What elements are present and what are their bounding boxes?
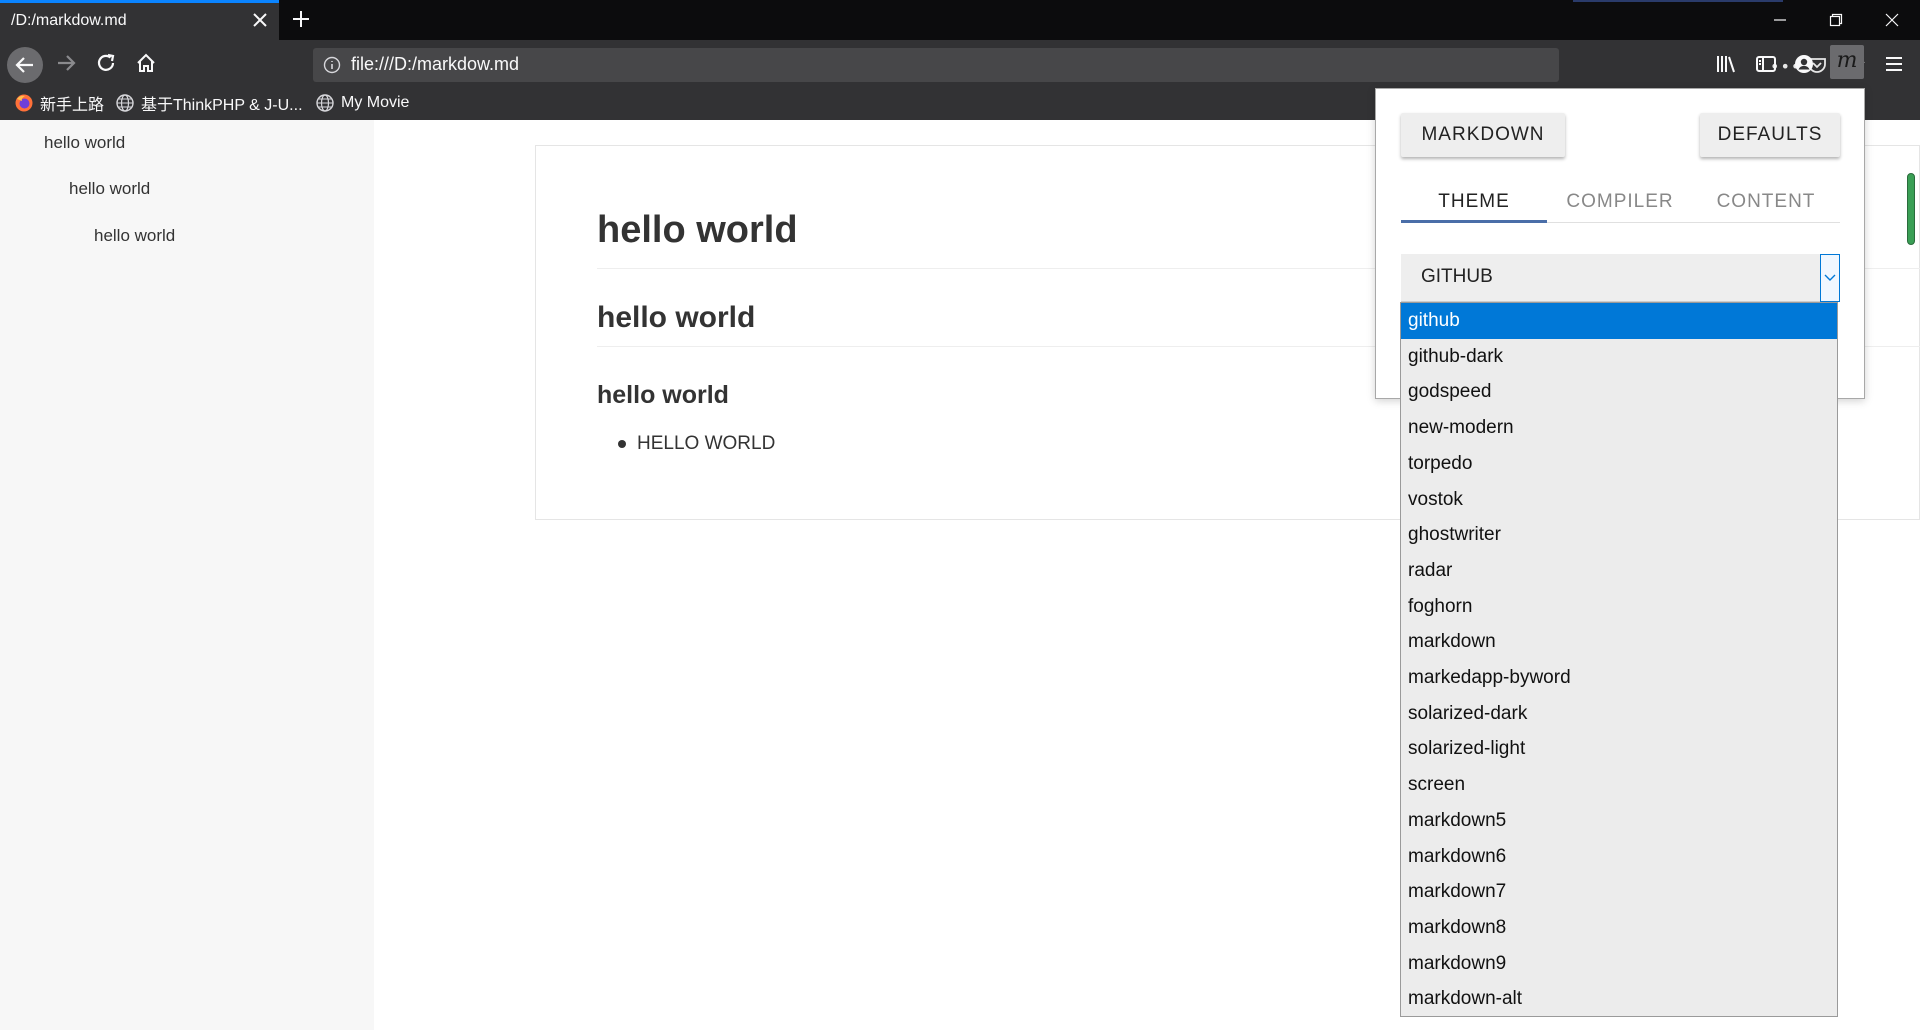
dropdown-option[interactable]: new-modern [1401, 410, 1837, 446]
url-bar[interactable]: file:///D:/markdow.md ••• [313, 48, 1865, 82]
hamburger-menu-icon [1886, 57, 1902, 71]
tab-theme[interactable]: THEME [1401, 181, 1547, 223]
back-arrow-icon [15, 57, 33, 73]
dropdown-option[interactable]: screen [1401, 767, 1837, 803]
home-icon [137, 53, 155, 72]
forward-arrow-icon [58, 55, 76, 71]
reload-button[interactable] [94, 51, 118, 75]
dropdown-option[interactable]: markdown7 [1401, 874, 1837, 910]
url-text[interactable]: file:///D:/markdow.md [351, 54, 519, 75]
close-icon [1885, 13, 1899, 27]
library-button[interactable] [1714, 52, 1738, 76]
dropdown-option[interactable]: markdown8 [1401, 910, 1837, 946]
tab-strip: /D:/markdow.md [0, 0, 1920, 40]
forward-button[interactable] [54, 51, 78, 75]
dropdown-option[interactable]: markdown-alt [1401, 981, 1837, 1016]
bookmark-item[interactable]: 新手上路 [14, 92, 104, 114]
tab-compiler[interactable]: COMPILER [1547, 181, 1693, 223]
minimize-icon [1774, 19, 1786, 21]
dropdown-option[interactable]: foghorn [1401, 589, 1837, 625]
globe-icon [316, 94, 334, 112]
theme-select[interactable]: GITHUB [1401, 254, 1840, 302]
new-tab-icon[interactable] [291, 9, 311, 29]
bookmark-label: My Movie [341, 94, 410, 111]
globe-icon [116, 94, 134, 112]
tab-title: /D:/markdow.md [11, 12, 127, 29]
browser-tab[interactable]: /D:/markdow.md [0, 0, 279, 40]
chevron-down-icon [1824, 274, 1836, 281]
close-tab-icon[interactable] [251, 11, 269, 29]
dropdown-option[interactable]: radar [1401, 553, 1837, 589]
minimize-button[interactable] [1752, 0, 1808, 40]
restore-icon [1829, 13, 1843, 27]
toc-item[interactable]: hello world [69, 179, 150, 199]
markdown-button[interactable]: MARKDOWN [1401, 113, 1565, 157]
list-bullet [618, 440, 626, 448]
library-icon [1717, 56, 1735, 73]
markdown-viewer-extension-button[interactable]: m [1830, 45, 1864, 79]
theme-dropdown-list: github github-dark godspeed new-modern torpe… [1400, 302, 1838, 1017]
dropdown-option[interactable]: godspeed [1401, 374, 1837, 410]
sidebar-icon [1756, 56, 1776, 72]
restore-button[interactable] [1808, 0, 1864, 40]
account-button[interactable] [1792, 52, 1816, 76]
dropdown-option[interactable]: markdown5 [1401, 803, 1837, 839]
list-item: HELLO WORLD [637, 433, 776, 454]
menu-button[interactable] [1882, 52, 1906, 76]
dropdown-option[interactable]: markdown9 [1401, 946, 1837, 982]
close-window-button[interactable] [1864, 0, 1920, 40]
toc-item[interactable]: hello world [44, 133, 125, 153]
heading-2: hello world [597, 301, 756, 334]
theme-select-value: GITHUB [1421, 266, 1493, 287]
back-button[interactable] [7, 47, 43, 83]
dropdown-option[interactable]: github [1401, 303, 1837, 339]
table-of-contents: hello world hello world hello world [0, 120, 374, 1030]
popup-tabs: THEME COMPILER CONTENT [1401, 181, 1840, 223]
dropdown-option[interactable]: solarized-dark [1401, 696, 1837, 732]
sidebar-button[interactable] [1754, 52, 1778, 76]
bookmark-label: 新手上路 [40, 97, 105, 114]
account-icon [1795, 55, 1813, 73]
toc-item[interactable]: hello world [94, 226, 175, 246]
dropdown-option[interactable]: markedapp-byword [1401, 660, 1837, 696]
info-icon[interactable] [323, 56, 341, 74]
dropdown-option[interactable]: vostok [1401, 482, 1837, 518]
nav-toolbar: file:///D:/markdow.md ••• m [0, 40, 1920, 86]
firefox-icon [15, 94, 33, 112]
dropdown-option[interactable]: github-dark [1401, 339, 1837, 375]
tab-content[interactable]: CONTENT [1693, 181, 1839, 223]
select-dropdown-button[interactable] [1820, 254, 1840, 302]
home-button[interactable] [134, 51, 158, 75]
heading-1: hello world [597, 209, 798, 251]
dropdown-option[interactable]: torpedo [1401, 446, 1837, 482]
bookmark-item[interactable]: My Movie [315, 92, 409, 114]
dropdown-option[interactable]: solarized-light [1401, 731, 1837, 767]
scrollbar-indicator[interactable] [1907, 173, 1915, 245]
bookmark-item[interactable]: 基于ThinkPHP & J-U... [115, 92, 303, 114]
dropdown-option[interactable]: markdown6 [1401, 839, 1837, 875]
reload-icon [97, 53, 115, 71]
defaults-button[interactable]: DEFAULTS [1700, 113, 1840, 157]
dropdown-option[interactable]: ghostwriter [1401, 517, 1837, 553]
dropdown-option[interactable]: markdown [1401, 624, 1837, 660]
bookmark-label: 基于ThinkPHP & J-U... [141, 97, 303, 114]
heading-3: hello world [597, 381, 729, 409]
